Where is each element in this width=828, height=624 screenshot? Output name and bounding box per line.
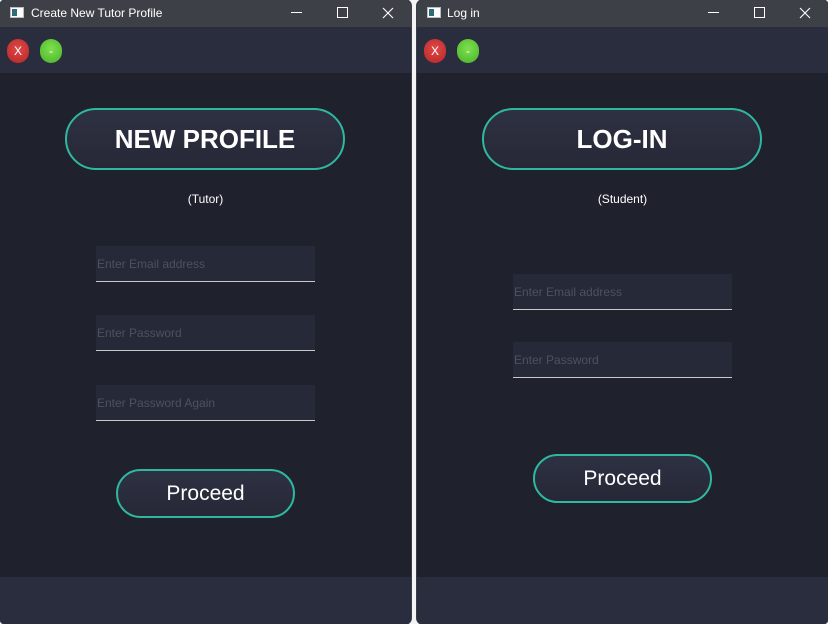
password-again-input[interactable] bbox=[96, 385, 316, 420]
title-bar[interactable]: Log in bbox=[417, 0, 828, 27]
minimize-icon bbox=[291, 12, 302, 13]
proceed-button[interactable]: Proceed bbox=[116, 469, 295, 518]
email-field[interactable] bbox=[96, 246, 316, 282]
maximize-window-button[interactable] bbox=[736, 0, 782, 27]
password-again-field[interactable] bbox=[96, 385, 316, 421]
maximize-icon bbox=[337, 7, 348, 18]
footer-bar bbox=[0, 577, 411, 624]
app-toolbar: X - bbox=[0, 27, 411, 73]
minimize-window-button[interactable] bbox=[273, 0, 319, 27]
title-bar[interactable]: Create New Tutor Profile bbox=[0, 0, 411, 27]
window-title: Create New Tutor Profile bbox=[31, 6, 163, 20]
password-field[interactable] bbox=[96, 315, 316, 351]
app-close-button[interactable]: X bbox=[424, 39, 446, 63]
role-subtitle: (Tutor) bbox=[187, 192, 224, 206]
email-input[interactable] bbox=[513, 274, 733, 309]
app-toolbar: X - bbox=[417, 27, 828, 73]
close-icon bbox=[799, 7, 811, 19]
close-icon bbox=[382, 7, 394, 19]
close-window-button[interactable] bbox=[365, 0, 411, 27]
close-window-button[interactable] bbox=[782, 0, 828, 27]
page-title: NEW PROFILE bbox=[65, 108, 345, 170]
maximize-icon bbox=[754, 7, 765, 18]
app-minimize-button[interactable]: - bbox=[40, 39, 62, 63]
minimize-window-button[interactable] bbox=[690, 0, 736, 27]
app-window-icon bbox=[10, 7, 24, 18]
password-input[interactable] bbox=[96, 315, 316, 350]
tutor-profile-window: Create New Tutor Profile X - NEW PROFILE… bbox=[0, 0, 411, 624]
page-title: LOG-IN bbox=[482, 108, 762, 170]
minimize-icon bbox=[708, 12, 719, 13]
login-window: Log in X - LOG-IN (Student) Proceed bbox=[417, 0, 828, 624]
password-input[interactable] bbox=[513, 342, 733, 377]
window-title: Log in bbox=[447, 6, 480, 20]
proceed-button[interactable]: Proceed bbox=[533, 454, 712, 503]
app-minimize-button[interactable]: - bbox=[457, 39, 479, 63]
app-window-icon bbox=[427, 7, 441, 18]
maximize-window-button[interactable] bbox=[319, 0, 365, 27]
email-field[interactable] bbox=[513, 274, 733, 310]
footer-bar bbox=[417, 577, 828, 624]
email-input[interactable] bbox=[96, 246, 316, 281]
password-field[interactable] bbox=[513, 342, 733, 378]
role-subtitle: (Student) bbox=[597, 192, 648, 206]
app-close-button[interactable]: X bbox=[7, 39, 29, 63]
